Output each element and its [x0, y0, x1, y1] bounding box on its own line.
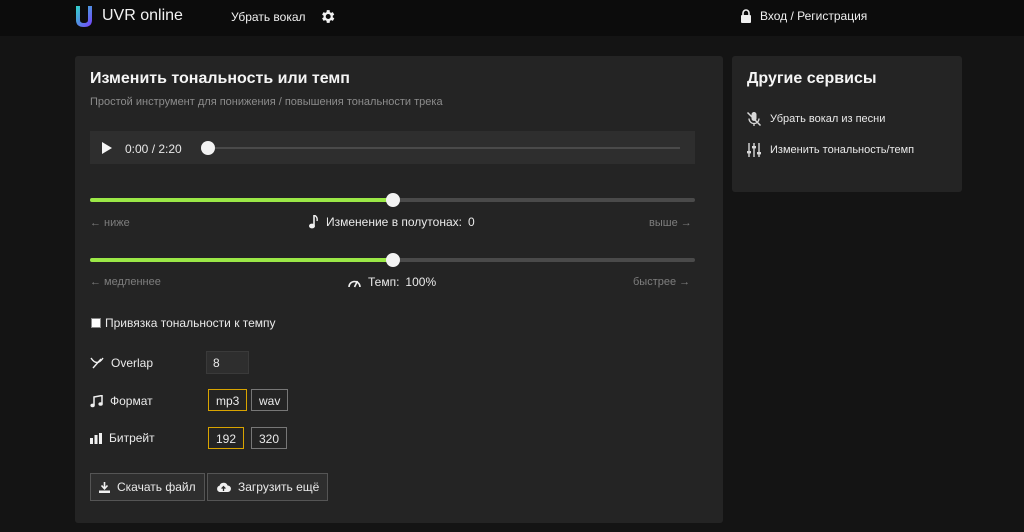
format-label: Формат: [110, 394, 153, 408]
lock-icon: [741, 9, 751, 23]
overlap-icon: [90, 357, 104, 369]
nav-remove-vocal[interactable]: Убрать вокал: [231, 10, 306, 24]
gear-icon[interactable]: [319, 8, 336, 25]
service-remove-vocal[interactable]: Убрать вокал из песни: [746, 111, 885, 127]
mic-off-icon: [746, 111, 762, 127]
service-remove-vocal-label: Убрать вокал из песни: [770, 113, 886, 125]
pitch-slider-fill: [90, 198, 393, 202]
pitch-tempo-panel: Изменить тональность или темп Простой ин…: [75, 56, 723, 523]
download-button[interactable]: Скачать файл: [90, 473, 205, 501]
music-notes-icon: [90, 394, 103, 407]
bitrate-row: Битрейт: [90, 431, 155, 445]
top-bar: UVR online Убрать вокал Вход / Регистрац…: [0, 0, 1024, 36]
tempo-slower-hint: ← медленнее: [90, 276, 161, 288]
brand-name: UVR online: [102, 7, 183, 24]
tempo-label-text: Темп:: [368, 275, 400, 289]
pitch-slider[interactable]: [90, 193, 695, 207]
seek-thumb[interactable]: [201, 141, 215, 155]
download-button-label: Скачать файл: [117, 480, 196, 494]
player-time: 0:00 / 2:20: [125, 142, 182, 156]
overlap-input[interactable]: 8: [206, 351, 249, 374]
service-pitch-tempo-label: Изменить тональность/темп: [770, 144, 915, 156]
bitrate-option-192[interactable]: 192: [208, 427, 245, 449]
link-pitch-tempo-row[interactable]: Привязка тональности к темпу: [91, 316, 276, 330]
tempo-value: 100%: [405, 275, 437, 289]
other-services-panel: Другие сервисы Убрать вокал из песни Изм…: [732, 56, 962, 192]
format-option-wav[interactable]: wav: [251, 389, 289, 411]
brand-logo[interactable]: UVR online: [74, 5, 183, 27]
pitch-value: 0: [467, 215, 475, 229]
cloud-upload-icon: [217, 482, 231, 492]
pitch-label-text: Изменение в полутонах:: [326, 215, 462, 229]
seek-bar[interactable]: [201, 141, 680, 155]
bitrate-option-320[interactable]: 320: [251, 427, 288, 449]
pitch-higher-hint: выше →: [649, 217, 692, 229]
other-services-title: Другие сервисы: [747, 70, 877, 87]
download-icon: [99, 481, 110, 493]
pitch-label: Изменение в полутонах: 0: [309, 215, 475, 229]
login-label: Вход / Регистрация: [760, 9, 868, 23]
tempo-slider-thumb[interactable]: [385, 253, 400, 267]
page-title: Изменить тональность или темп: [90, 70, 350, 87]
tempo-label: Темп: 100%: [348, 275, 436, 289]
tempo-faster-hint: быстрее →: [633, 276, 691, 288]
upload-more-button-label: Загрузить ещё: [238, 480, 320, 494]
sliders-icon: [747, 143, 761, 157]
login-link[interactable]: Вход / Регистрация: [740, 9, 867, 23]
page-subtitle: Простой инструмент для понижения / повыш…: [90, 96, 443, 108]
bitrate-label: Битрейт: [109, 431, 155, 445]
format-option-mp3[interactable]: mp3: [208, 389, 248, 411]
format-row: Формат: [90, 394, 153, 408]
pitch-lower-hint: ← ниже: [90, 217, 130, 229]
speedometer-icon: [348, 280, 361, 287]
link-pitch-tempo-checkbox[interactable]: [91, 318, 101, 328]
overlap-label: Overlap: [111, 356, 154, 370]
logo-icon: [76, 6, 92, 27]
music-note-icon: [309, 215, 318, 229]
service-pitch-tempo[interactable]: Изменить тональность/темп: [746, 142, 914, 158]
pitch-slider-thumb[interactable]: [385, 193, 400, 207]
tempo-slider[interactable]: [90, 253, 695, 267]
overlap-row: Overlap: [90, 356, 153, 370]
upload-more-button[interactable]: Загрузить ещё: [207, 473, 329, 501]
link-pitch-tempo-label: Привязка тональности к темпу: [105, 316, 276, 330]
bar-chart-icon: [90, 432, 102, 444]
play-button[interactable]: [102, 142, 112, 154]
tempo-slider-fill: [90, 258, 393, 262]
audio-player: 0:00 / 2:20: [90, 131, 695, 164]
